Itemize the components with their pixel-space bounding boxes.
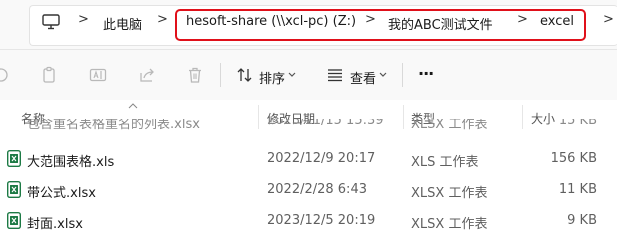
rename-icon[interactable] xyxy=(89,66,107,84)
file-name: 包含重名表格重名的列表.xlsx xyxy=(27,119,200,132)
copy-icon[interactable] xyxy=(40,66,58,84)
table-row-partial[interactable]: 包含重名表格重名的列表.xlsx 2023/11/15 15:39 XLSX 工… xyxy=(0,119,617,133)
file-size: 11 KB xyxy=(558,182,597,197)
breadcrumb-separator[interactable]: > xyxy=(365,12,376,27)
address-bar-region: > 此电脑 > hesoft-share (\\xcl-pc) (Z:) > 我… xyxy=(0,0,617,50)
view-button[interactable]: 查看 xyxy=(350,68,376,87)
file-size: 15 KB xyxy=(558,119,597,128)
file-modified: 2023/12/5 20:19 xyxy=(267,213,376,228)
file-type: XLSX 工作表 xyxy=(411,186,488,201)
breadcrumb-this-pc[interactable]: 此电脑 xyxy=(103,14,142,33)
toolbar-separator xyxy=(220,63,221,87)
view-icon[interactable] xyxy=(326,66,344,84)
file-name: 大范围表格.xls xyxy=(27,155,115,170)
delete-icon[interactable] xyxy=(186,66,204,84)
file-size: 9 KB xyxy=(567,213,597,228)
file-modified: 2022/2/28 6:43 xyxy=(267,182,367,197)
sort-ascending-icon xyxy=(128,101,138,112)
share-icon[interactable] xyxy=(138,66,156,84)
sort-button[interactable]: 排序 xyxy=(259,68,285,87)
table-row[interactable]: 封面.xlsx 2023/12/5 20:19 XLSX 工作表 9 KB xyxy=(0,205,617,236)
address-bar-edge xyxy=(0,0,8,49)
sort-icon[interactable] xyxy=(236,66,254,84)
table-row[interactable]: 大范围表格.xls 2022/12/9 20:17 XLS 工作表 156 KB xyxy=(0,143,617,174)
file-type: XLSX 工作表 xyxy=(411,119,488,132)
excel-file-icon xyxy=(6,211,22,230)
toolbar-separator xyxy=(402,63,403,87)
breadcrumb-separator[interactable]: > xyxy=(517,12,528,27)
breadcrumb-separator[interactable]: > xyxy=(157,12,168,27)
chevron-down-icon[interactable] xyxy=(378,67,396,85)
more-options-button[interactable]: ··· xyxy=(418,64,434,83)
computer-icon[interactable] xyxy=(42,14,60,34)
excel-file-icon xyxy=(6,149,22,168)
breadcrumb-separator[interactable]: > xyxy=(78,12,89,27)
breadcrumb-excel[interactable]: excel xyxy=(540,14,574,29)
chevron-down-icon[interactable] xyxy=(287,67,305,85)
file-modified: 2023/11/15 15:39 xyxy=(267,119,384,128)
file-size: 156 KB xyxy=(550,151,597,166)
file-modified: 2022/12/9 20:17 xyxy=(267,151,376,166)
file-name: 带公式.xlsx xyxy=(27,186,96,201)
file-name: 封面.xlsx xyxy=(27,217,83,232)
table-row[interactable]: 带公式.xlsx 2022/2/28 6:43 XLSX 工作表 11 KB xyxy=(0,174,617,205)
breadcrumb-share-drive[interactable]: hesoft-share (\\xcl-pc) (Z:) xyxy=(186,14,356,29)
command-bar: 排序 查看 ··· xyxy=(0,50,617,100)
file-type: XLSX 工作表 xyxy=(411,217,488,232)
breadcrumb-test-folder[interactable]: 我的ABC测试文件 xyxy=(388,14,493,33)
file-type: XLS 工作表 xyxy=(411,155,479,170)
excel-file-icon xyxy=(6,180,22,199)
new-icon[interactable] xyxy=(0,66,10,84)
breadcrumb-separator[interactable]: > xyxy=(603,12,614,27)
